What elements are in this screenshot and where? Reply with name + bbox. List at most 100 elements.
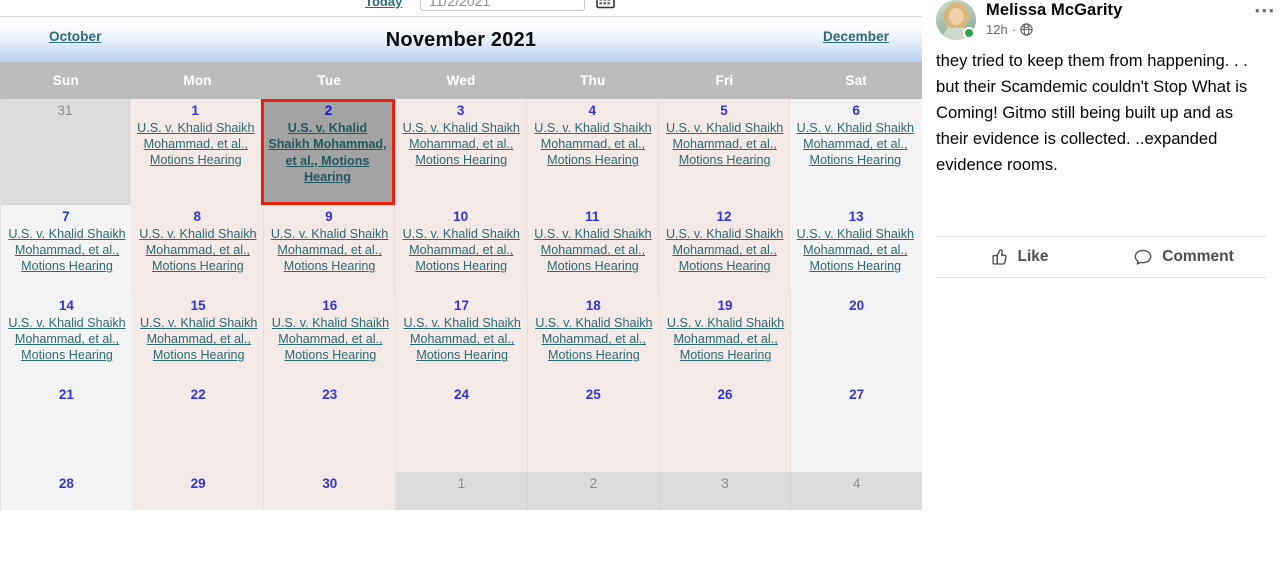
calendar-event-link[interactable]: U.S. v. Khalid Shaikh Mohammad, et al., … — [782, 226, 922, 275]
calendar-event-link[interactable]: U.S. v. Khalid Shaikh Mohammad, et al., … — [389, 315, 535, 364]
day-number[interactable]: 7 — [1, 209, 131, 225]
calendar-day-cell[interactable]: 6 U.S. v. Khalid Shaikh Mohammad, et al.,… — [790, 99, 922, 205]
calendar-event-link[interactable]: U.S. v. Khalid Shaikh Mohammad, et al., … — [388, 226, 534, 275]
day-number[interactable]: 21 — [1, 387, 132, 403]
day-number[interactable]: 29 — [133, 476, 264, 492]
calendar-day-cell[interactable]: 15 U.S. v. Khalid Shaikh Mohammad, et al.… — [132, 294, 265, 383]
day-number[interactable]: 22 — [133, 387, 264, 403]
calendar-day-cell[interactable]: 27 — [791, 383, 922, 472]
day-number[interactable]: 13 — [790, 209, 922, 225]
calendar-event-link[interactable]: U.S. v. Khalid Shaikh Mohammad, et al., … — [388, 120, 534, 169]
day-number[interactable]: 4 — [527, 103, 658, 119]
day-number[interactable]: 3 — [660, 476, 791, 492]
calendar-day-cell[interactable]: 22 — [132, 383, 265, 472]
calendar-day-cell[interactable]: 1 U.S. v. Khalid Shaikh Mohammad, et al.,… — [129, 99, 262, 205]
calendar-day-cell[interactable]: 4 U.S. v. Khalid Shaikh Mohammad, et al.,… — [526, 99, 659, 205]
calendar-day-cell[interactable]: 25 — [527, 383, 660, 472]
date-input[interactable] — [420, 0, 585, 11]
calendar-day-cell[interactable]: 28 — [0, 472, 133, 510]
calendar-day-cell[interactable]: 9 U.S. v. Khalid Shaikh Mohammad, et al.,… — [263, 205, 396, 294]
day-number[interactable]: 5 — [659, 103, 790, 119]
day-number[interactable]: 18 — [528, 298, 659, 314]
weekday-header-wed: Wed — [446, 73, 476, 88]
calendar-event-link[interactable]: U.S. v. Khalid Shaikh Mohammad, et al., … — [653, 315, 799, 364]
day-number[interactable]: 2 — [528, 476, 659, 492]
calendar-event-link[interactable]: U.S. v. Khalid Shaikh Mohammad, et al., … — [652, 226, 798, 275]
day-number[interactable]: 17 — [396, 298, 527, 314]
day-number[interactable]: 1 — [396, 476, 527, 492]
calendar-event-link[interactable]: U.S. v. Khalid Shaikh Mohammad, et al., … — [0, 315, 137, 364]
day-number[interactable]: 19 — [660, 298, 791, 314]
day-number[interactable]: 26 — [660, 387, 791, 403]
today-link[interactable]: Today — [365, 0, 402, 9]
calendar-event-link[interactable]: U.S. v. Khalid Shaikh Mohammad, et al., … — [521, 315, 667, 364]
calendar-day-cell[interactable]: 31 — [0, 99, 130, 205]
calendar-event-link[interactable]: U.S. v. Khalid Shaikh Mohammad, et al., … — [0, 226, 137, 275]
calendar-day-cell[interactable]: 23 — [264, 383, 397, 472]
calendar-day-cell[interactable]: 2 — [527, 472, 660, 510]
like-button[interactable]: Like — [936, 237, 1101, 277]
day-number[interactable]: 1 — [130, 103, 261, 119]
calendar-day-cell[interactable]: 14 U.S. v. Khalid Shaikh Mohammad, et al.… — [0, 294, 133, 383]
calendar-day-cell[interactable]: 3 — [659, 472, 792, 510]
globe-icon[interactable] — [1020, 23, 1033, 36]
calendar-event-link[interactable]: U.S. v. Khalid Shaikh Mohammad, et al., … — [520, 120, 666, 169]
calendar-day-cell[interactable]: 11 U.S. v. Khalid Shaikh Mohammad, et al.… — [526, 205, 659, 294]
day-number[interactable]: 14 — [1, 298, 132, 314]
day-number[interactable]: 10 — [395, 209, 526, 225]
calendar-event-link[interactable]: U.S. v. Khalid Shaikh Mohammad, et al., … — [126, 315, 272, 364]
calendar-event-link[interactable]: U.S. v. Khalid Shaikh Mohammad, et al., … — [520, 226, 666, 275]
day-number[interactable]: 23 — [264, 387, 395, 403]
calendar-day-cell[interactable]: 21 — [0, 383, 133, 472]
comment-button[interactable]: Comment — [1101, 237, 1266, 277]
day-number[interactable]: 8 — [132, 209, 263, 225]
calendar-day-cell[interactable]: 7 U.S. v. Khalid Shaikh Mohammad, et al.,… — [0, 205, 132, 294]
calendar-day-cell[interactable]: 20 — [791, 294, 922, 383]
calendar-day-cell[interactable]: 1 — [396, 472, 528, 510]
day-number[interactable]: 28 — [1, 476, 132, 492]
calendar-picker-icon[interactable] — [596, 0, 615, 9]
calendar-day-cell[interactable]: 8 U.S. v. Khalid Shaikh Mohammad, et al.,… — [131, 205, 264, 294]
calendar-event-link[interactable]: U.S. v. Khalid Shaikh Mohammad, et al., … — [652, 120, 798, 169]
day-number[interactable]: 3 — [395, 103, 526, 119]
day-number[interactable]: 9 — [264, 209, 395, 225]
post-timestamp[interactable]: 12h — [986, 22, 1008, 37]
calendar-day-cell[interactable]: 30 — [264, 472, 397, 510]
day-number[interactable]: 20 — [791, 298, 922, 314]
calendar-event-link[interactable]: U.S. v. Khalid Shaikh Mohammad, et al., … — [264, 120, 390, 186]
calendar-event-link[interactable]: U.S. v. Khalid Shaikh Mohammad, et al., … — [125, 226, 271, 275]
calendar-day-cell[interactable]: 26 — [659, 383, 792, 472]
next-month-link[interactable]: December — [823, 29, 889, 44]
day-number[interactable]: 25 — [528, 387, 659, 403]
day-number[interactable]: 12 — [659, 209, 790, 225]
day-number[interactable]: 27 — [791, 387, 922, 403]
day-number[interactable]: 30 — [264, 476, 395, 492]
day-number[interactable]: 31 — [1, 103, 129, 119]
day-number[interactable]: 11 — [527, 209, 658, 225]
calendar-day-cell[interactable]: 4 — [791, 472, 922, 510]
calendar-day-cell[interactable]: 13 U.S. v. Khalid Shaikh Mohammad, et al.… — [790, 205, 922, 294]
calendar-day-cell[interactable]: 17 U.S. v. Khalid Shaikh Mohammad, et al.… — [396, 294, 528, 383]
day-number[interactable]: 15 — [133, 298, 264, 314]
calendar-day-cell[interactable]: 19 U.S. v. Khalid Shaikh Mohammad, et al.… — [659, 294, 792, 383]
more-options-icon[interactable]: ⋯ — [1252, 0, 1278, 24]
calendar-event-link[interactable]: U.S. v. Khalid Shaikh Mohammad, et al., … — [123, 120, 269, 169]
day-number[interactable]: 6 — [790, 103, 922, 119]
post-author-name[interactable]: Melissa McGarity — [986, 1, 1122, 20]
day-number[interactable]: 4 — [791, 476, 922, 492]
calendar-day-cell[interactable]: 5 U.S. v. Khalid Shaikh Mohammad, et al.,… — [658, 99, 791, 205]
day-number[interactable]: 2 — [264, 103, 392, 119]
calendar-event-link[interactable]: U.S. v. Khalid Shaikh Mohammad, et al., … — [257, 226, 403, 275]
calendar-day-cell[interactable]: 10 U.S. v. Khalid Shaikh Mohammad, et al.… — [395, 205, 527, 294]
day-number[interactable]: 24 — [396, 387, 527, 403]
calendar-event-link[interactable]: U.S. v. Khalid Shaikh Mohammad, et al., … — [782, 120, 922, 169]
day-number[interactable]: 16 — [264, 298, 395, 314]
calendar-day-cell[interactable]: 12 U.S. v. Khalid Shaikh Mohammad, et al.… — [658, 205, 791, 294]
calendar-day-cell[interactable]: 24 — [396, 383, 528, 472]
calendar-day-cell[interactable]: 16 U.S. v. Khalid Shaikh Mohammad, et al.… — [264, 294, 397, 383]
calendar-day-cell[interactable]: 29 — [132, 472, 265, 510]
calendar-event-link[interactable]: U.S. v. Khalid Shaikh Mohammad, et al., … — [257, 315, 403, 364]
calendar-day-cell[interactable]: 3 U.S. v. Khalid Shaikh Mohammad, et al.,… — [395, 99, 527, 205]
calendar-day-cell[interactable]: 18 U.S. v. Khalid Shaikh Mohammad, et al.… — [527, 294, 660, 383]
calendar-day-cell[interactable]: 2 U.S. v. Khalid Shaikh Mohammad, et al.,… — [261, 99, 396, 205]
